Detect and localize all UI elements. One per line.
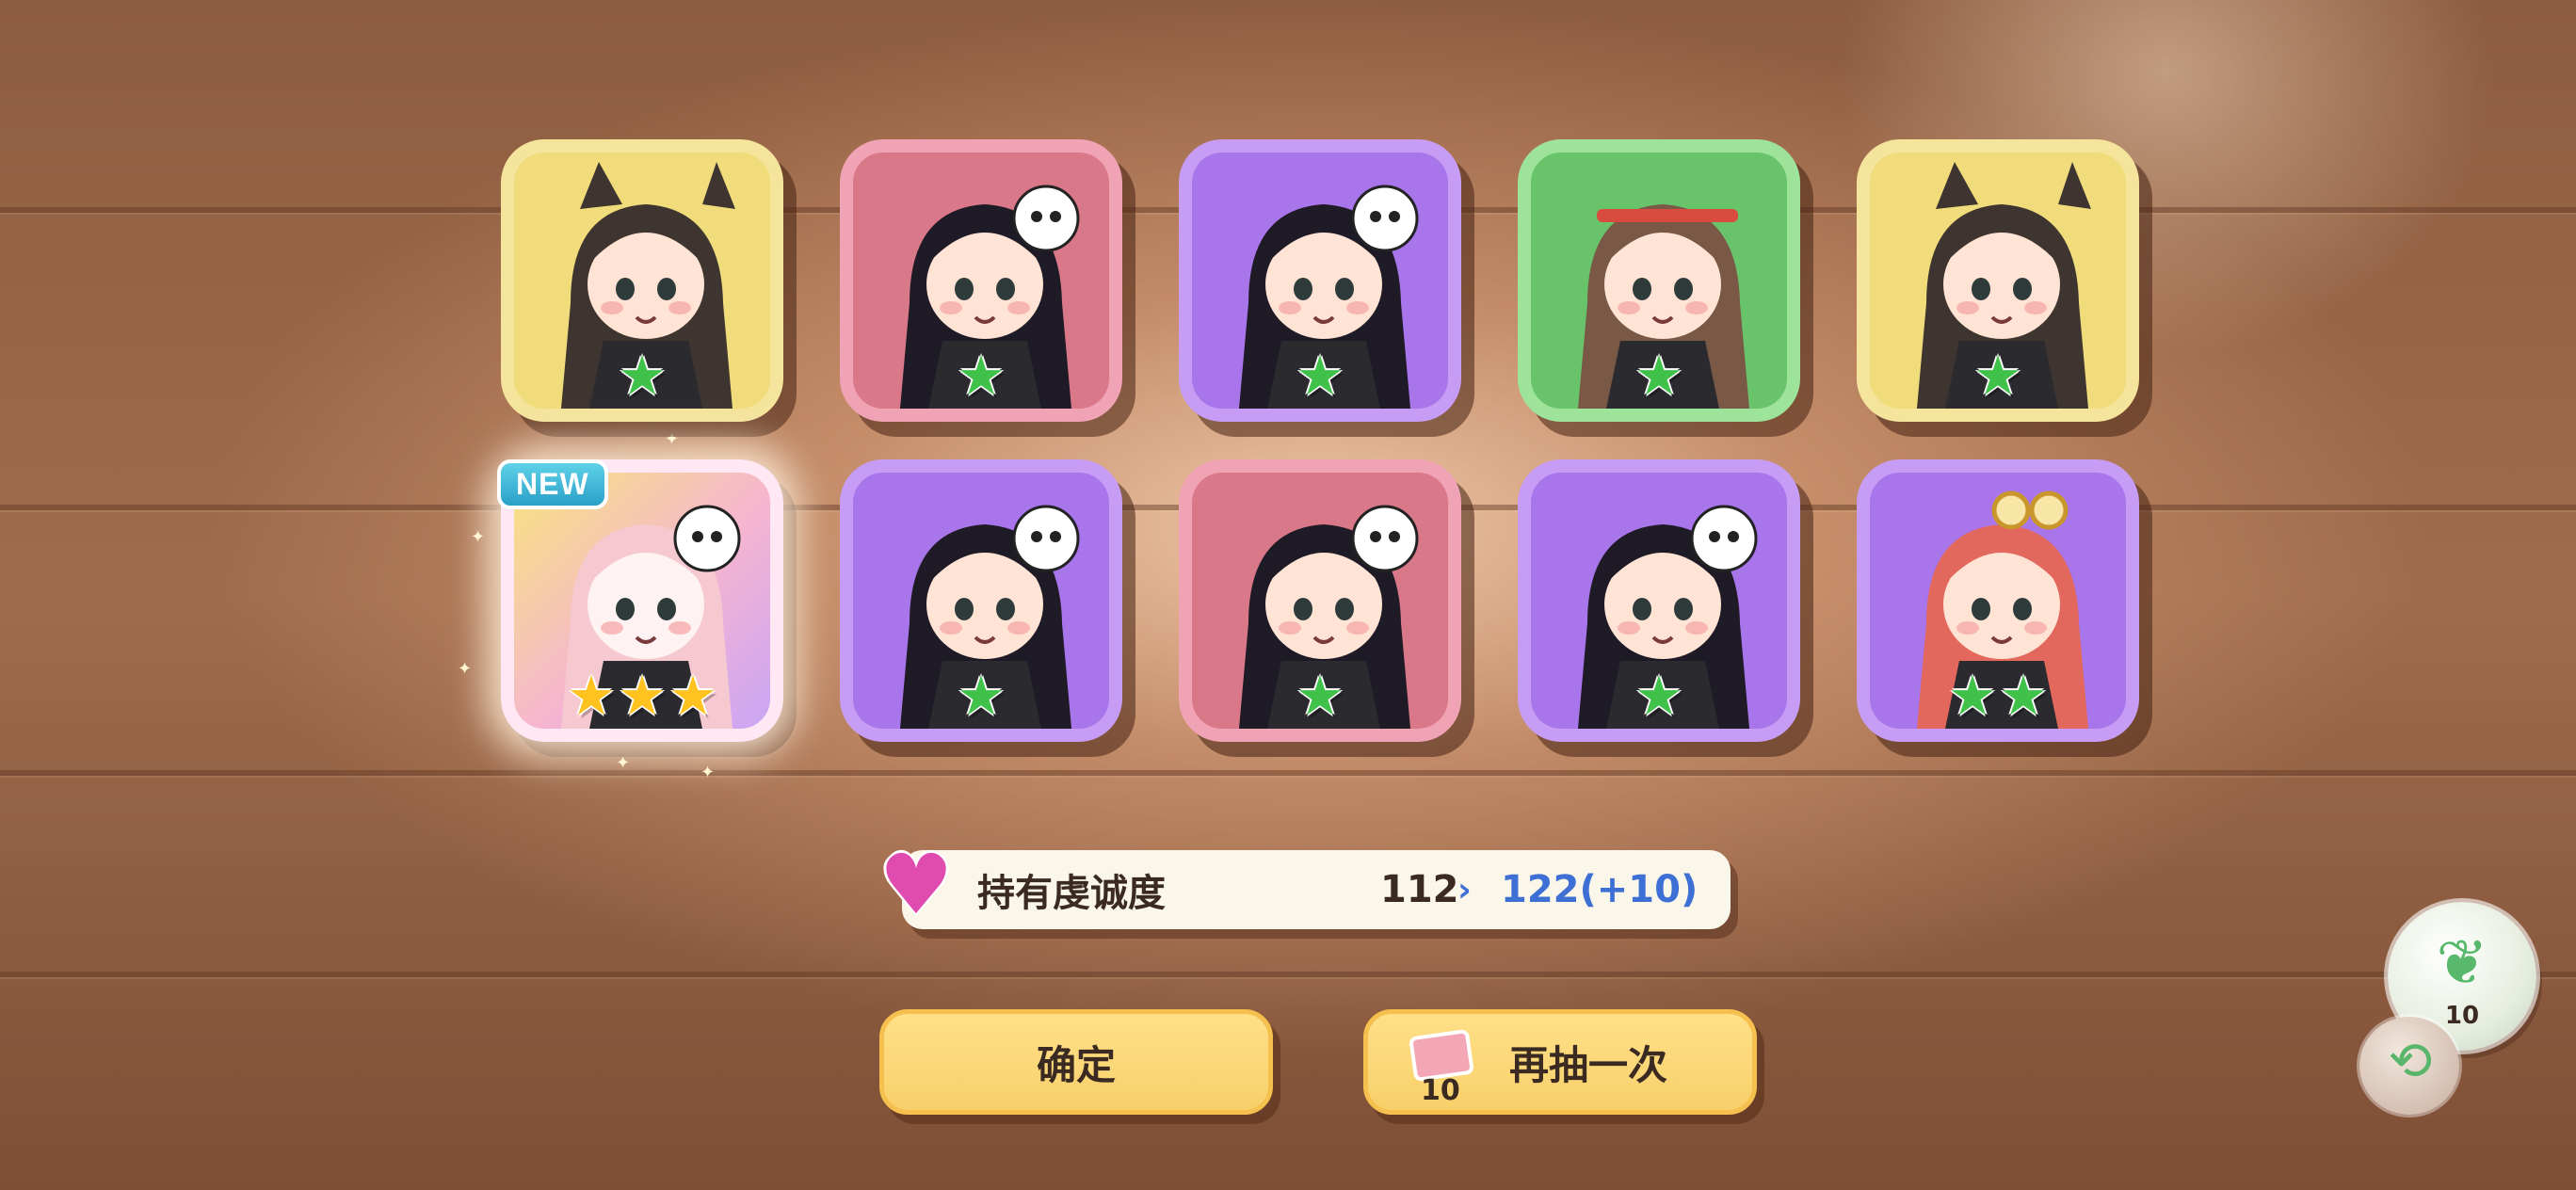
- rarity-stars: ★: [514, 348, 770, 403]
- rarity-stars: ★: [1192, 348, 1448, 403]
- loyalty-bar: ♥ 持有虔诚度 112 › 122(+10): [879, 844, 1731, 929]
- result-card[interactable]: ★: [1179, 139, 1461, 422]
- rarity-stars: ★: [853, 668, 1109, 723]
- rarity-stars: ★: [853, 348, 1109, 403]
- leaf-icon: ❦: [2436, 926, 2488, 999]
- rarity-stars: ★: [1192, 668, 1448, 723]
- result-card[interactable]: ★: [1179, 459, 1461, 742]
- star-icon: ★: [618, 664, 667, 728]
- ticket-count: 10: [1421, 1074, 1460, 1107]
- heart-icon: ♥: [878, 836, 954, 933]
- loyalty-label: 持有虔诚度: [977, 872, 1166, 915]
- result-card[interactable]: ★: [1857, 139, 2139, 422]
- result-card[interactable]: ★: [840, 139, 1122, 422]
- rarity-stars: ★ ★ ★: [514, 668, 770, 723]
- rarity-stars: ★: [1531, 348, 1787, 403]
- gacha-result-grid: ★ ★ ★ ★ ★ ★ ★ ★ ★ ★ ★ ★ ★: [501, 139, 2139, 742]
- new-badge: NEW: [497, 459, 608, 509]
- star-icon: ★: [1296, 664, 1344, 728]
- wood-plank-line: [0, 770, 2576, 776]
- draw-again-button[interactable]: 10 再抽一次: [1363, 1009, 1757, 1115]
- share-bubble[interactable]: ⟲: [2359, 1017, 2459, 1115]
- sparkle: ✦: [616, 753, 631, 773]
- star-icon: ★: [567, 664, 616, 728]
- share-icon: ⟲: [2388, 1031, 2433, 1092]
- star-icon: ★: [1634, 664, 1683, 728]
- loyalty-current-value: 112: [1380, 868, 1459, 911]
- confirm-button[interactable]: 确定: [879, 1009, 1273, 1115]
- arrow-right-icon: ›: [1457, 870, 1472, 909]
- wood-plank-line: [0, 972, 2576, 977]
- star-icon: ★: [957, 344, 1006, 408]
- result-card[interactable]: ★ ★: [1857, 459, 2139, 742]
- star-icon: ★: [618, 344, 667, 408]
- star-icon: ★: [668, 664, 717, 728]
- sparkle: ✦: [471, 527, 486, 547]
- result-card[interactable]: ★: [501, 139, 783, 422]
- star-icon: ★: [1296, 344, 1344, 408]
- result-card[interactable]: ★: [840, 459, 1122, 742]
- star-icon: ★: [1999, 664, 2048, 728]
- rarity-stars: ★: [1870, 348, 2126, 403]
- star-icon: ★: [957, 664, 1006, 728]
- rarity-stars: ★: [1531, 668, 1787, 723]
- sparkle: ✦: [700, 763, 716, 782]
- draw-again-button-label: 再抽一次: [1508, 1041, 1667, 1088]
- star-icon: ★: [1973, 344, 2022, 408]
- star-icon: ★: [1948, 664, 1997, 728]
- loyalty-new-value: 122(+10): [1501, 868, 1699, 911]
- result-card[interactable]: ★: [1518, 139, 1800, 422]
- confirm-button-label: 确定: [1036, 1041, 1116, 1088]
- sparkle: ✦: [458, 659, 473, 679]
- result-card[interactable]: ★: [1518, 459, 1800, 742]
- rarity-stars: ★ ★: [1870, 668, 2126, 723]
- star-icon: ★: [1634, 344, 1683, 408]
